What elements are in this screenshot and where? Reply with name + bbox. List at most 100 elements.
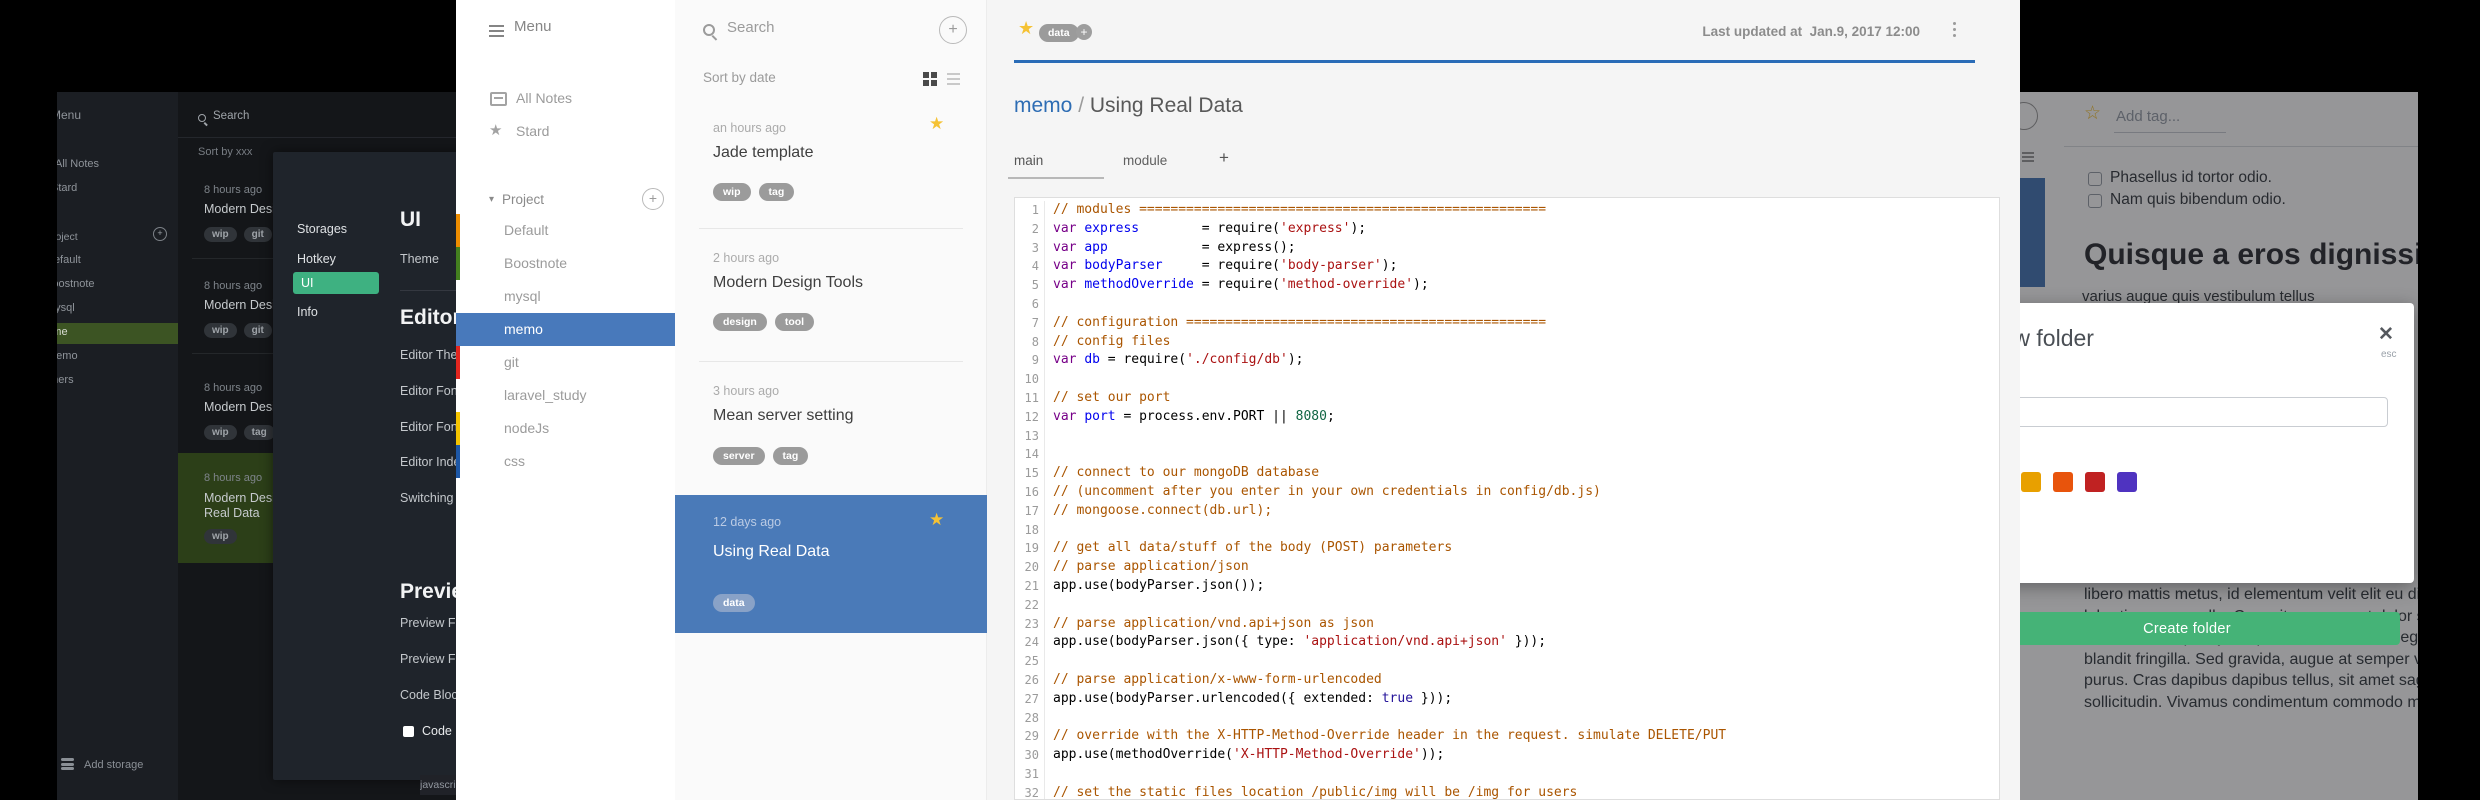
star-icon[interactable]: ★ bbox=[929, 114, 944, 134]
tab-module[interactable]: module bbox=[1123, 153, 1167, 168]
tag-pill[interactable]: server bbox=[713, 447, 765, 465]
sidebar-item-starred[interactable]: Stard bbox=[516, 123, 549, 139]
note-title[interactable]: Modern Design Tools bbox=[204, 298, 274, 312]
add-storage-button[interactable]: Add storage bbox=[84, 759, 143, 771]
settings-nav-item-hotkey[interactable]: Hotkey bbox=[297, 252, 336, 266]
note-title[interactable]: Using Real Data bbox=[713, 543, 830, 561]
note-title[interactable]: Modern Design Tools bbox=[204, 400, 274, 414]
add-tag-button[interactable]: + bbox=[1076, 24, 1092, 40]
search-input[interactable]: Search bbox=[727, 19, 775, 36]
note-tag-pill[interactable]: data bbox=[1039, 24, 1079, 42]
sidebar-item-all-notes[interactable]: All Notes bbox=[516, 90, 572, 106]
code-language-dropdown-fragment[interactable]: javascript bbox=[420, 775, 456, 795]
dark-project-label[interactable]: Project bbox=[57, 231, 78, 243]
add-folder-button[interactable]: + bbox=[642, 188, 664, 210]
caret-down-icon[interactable]: ▾ bbox=[489, 194, 494, 205]
dark-sidebar-folder-others[interactable]: others bbox=[57, 374, 74, 386]
new-note-button[interactable]: + bbox=[939, 16, 967, 44]
new-folder-dialog: New folder ✕ esc Create folder bbox=[2020, 303, 2414, 645]
sidebar-folder-memo[interactable]: memo bbox=[456, 313, 675, 346]
tag-pill[interactable]: git bbox=[243, 323, 272, 338]
dark-add-folder-button[interactable]: + bbox=[153, 227, 167, 241]
hamburger-icon[interactable] bbox=[489, 22, 504, 40]
sidebar-folder-mysql[interactable]: mysql bbox=[456, 280, 675, 313]
tag-pill[interactable]: tag bbox=[758, 183, 795, 201]
sidebar-folder-Default[interactable]: Default bbox=[456, 214, 675, 247]
selected-note-highlight[interactable]: 12 days ago ★ Using Real Data data bbox=[675, 495, 987, 633]
dark-sidebar-item-starred[interactable]: Stard bbox=[57, 182, 77, 194]
tag-pill[interactable]: wip bbox=[204, 529, 237, 544]
menu-label[interactable]: Menu bbox=[514, 18, 552, 35]
dark-sidebar-item-all-notes[interactable]: All Notes bbox=[57, 158, 99, 170]
note-title[interactable]: Mean server setting bbox=[713, 407, 854, 425]
folder-color-swatch[interactable] bbox=[2117, 472, 2137, 492]
folder-color-bar bbox=[456, 412, 460, 445]
tag-pill[interactable]: wip bbox=[713, 183, 751, 201]
code-line: 14 bbox=[1015, 445, 1999, 465]
note-title[interactable]: Modern Design Tools bbox=[713, 274, 863, 292]
tag-pill[interactable]: data bbox=[713, 594, 755, 612]
tag-pill[interactable]: tag bbox=[243, 425, 275, 440]
tag-pill[interactable]: wip bbox=[204, 425, 237, 440]
tag-pill[interactable]: design bbox=[713, 313, 767, 331]
sidebar-folder-laravel_study[interactable]: laravel_study bbox=[456, 379, 675, 412]
settings-item[interactable]: Preview Font Family bbox=[400, 652, 456, 666]
tag-pill[interactable]: tag bbox=[772, 447, 809, 465]
folder-color-swatch[interactable] bbox=[2053, 472, 2073, 492]
tab-main[interactable]: main bbox=[1014, 153, 1043, 168]
settings-nav-selected-pill[interactable]: UI bbox=[293, 272, 379, 294]
settings-item[interactable]: Theme bbox=[400, 252, 439, 266]
dark-sidebar-selected-folder-highlight[interactable] bbox=[57, 323, 178, 344]
settings-item[interactable]: Editor Font Family bbox=[400, 420, 456, 434]
line-number: 24 bbox=[1015, 633, 1045, 653]
dark-sidebar-folder-memo[interactable]: memo bbox=[57, 350, 78, 362]
settings-item[interactable]: Preview Font Size bbox=[400, 616, 456, 630]
dark-sidebar-folder-Default[interactable]: Default bbox=[57, 254, 81, 266]
sort-by-dropdown[interactable]: Sort by date bbox=[703, 70, 776, 85]
star-icon[interactable]: ★ bbox=[929, 510, 944, 530]
settings-nav-item-info[interactable]: Info bbox=[297, 305, 318, 319]
code-line: 19 // get all data/stuff of the body (POS… bbox=[1015, 539, 1999, 559]
settings-nav-item-storages[interactable]: Storages bbox=[297, 222, 347, 236]
code-block-checkbox[interactable] bbox=[403, 726, 414, 737]
project-group-label[interactable]: Project bbox=[502, 192, 544, 207]
settings-item[interactable]: Editor Font Size bbox=[400, 384, 456, 398]
kebab-menu-icon[interactable] bbox=[1953, 22, 1956, 40]
dark-menu-label[interactable]: Menu bbox=[57, 108, 81, 122]
sidebar-folder-Boostnote[interactable]: Boostnote bbox=[456, 247, 675, 280]
dark-sort-label[interactable]: Sort by xxx bbox=[198, 146, 252, 158]
note-title[interactable]: Modern Design Using bbox=[204, 491, 274, 505]
tag-pill[interactable]: git bbox=[243, 227, 272, 242]
breadcrumb-folder[interactable]: memo bbox=[1014, 94, 1072, 117]
dark-sidebar-folder-Boostnote[interactable]: Boostnote bbox=[57, 278, 95, 290]
code-line: 17 // mongoose.connect(db.url); bbox=[1015, 501, 1999, 521]
star-icon[interactable]: ★ bbox=[1018, 18, 1034, 39]
breadcrumb-note-title[interactable]: Using Real Data bbox=[1090, 94, 1243, 117]
dark-sidebar-folder-mysql[interactable]: mysql bbox=[57, 302, 75, 314]
grid-view-icon[interactable] bbox=[923, 72, 937, 86]
settings-item[interactable]: Switching Preview bbox=[400, 491, 456, 505]
tag-pill[interactable]: wip bbox=[204, 227, 237, 242]
create-folder-button[interactable]: Create folder bbox=[2020, 612, 2400, 645]
folder-color-swatch[interactable] bbox=[2085, 472, 2105, 492]
dark-sidebar-folder-theme[interactable]: theme bbox=[57, 326, 68, 338]
settings-item[interactable]: Editor Indent Type bbox=[400, 455, 456, 469]
tag-pill[interactable]: tool bbox=[774, 313, 815, 331]
add-tab-button[interactable]: + bbox=[1219, 148, 1229, 168]
close-icon[interactable]: ✕ bbox=[2378, 323, 2394, 346]
folder-name-input[interactable] bbox=[2020, 397, 2388, 427]
folder-color-swatch[interactable] bbox=[2021, 472, 2041, 492]
line-number: 9 bbox=[1015, 351, 1045, 371]
dark-search-input[interactable]: Search bbox=[213, 110, 249, 122]
list-view-icon[interactable] bbox=[947, 73, 960, 88]
sidebar-folder-css[interactable]: css bbox=[456, 445, 675, 478]
settings-item[interactable]: Code Block Theme bbox=[400, 688, 456, 702]
sidebar-folder-git[interactable]: git bbox=[456, 346, 675, 379]
code-line: 5 var methodOverride = require('method-ov… bbox=[1015, 276, 1999, 295]
note-title[interactable]: Modern Design Tools bbox=[204, 202, 274, 216]
settings-item[interactable]: Editor Theme bbox=[400, 348, 456, 362]
tag-pill[interactable]: wip bbox=[204, 323, 237, 338]
sidebar-folder-nodeJs[interactable]: nodeJs bbox=[456, 412, 675, 445]
code-editor[interactable]: 1 // modules ============================… bbox=[1014, 197, 2000, 800]
note-title[interactable]: Jade template bbox=[713, 144, 814, 162]
